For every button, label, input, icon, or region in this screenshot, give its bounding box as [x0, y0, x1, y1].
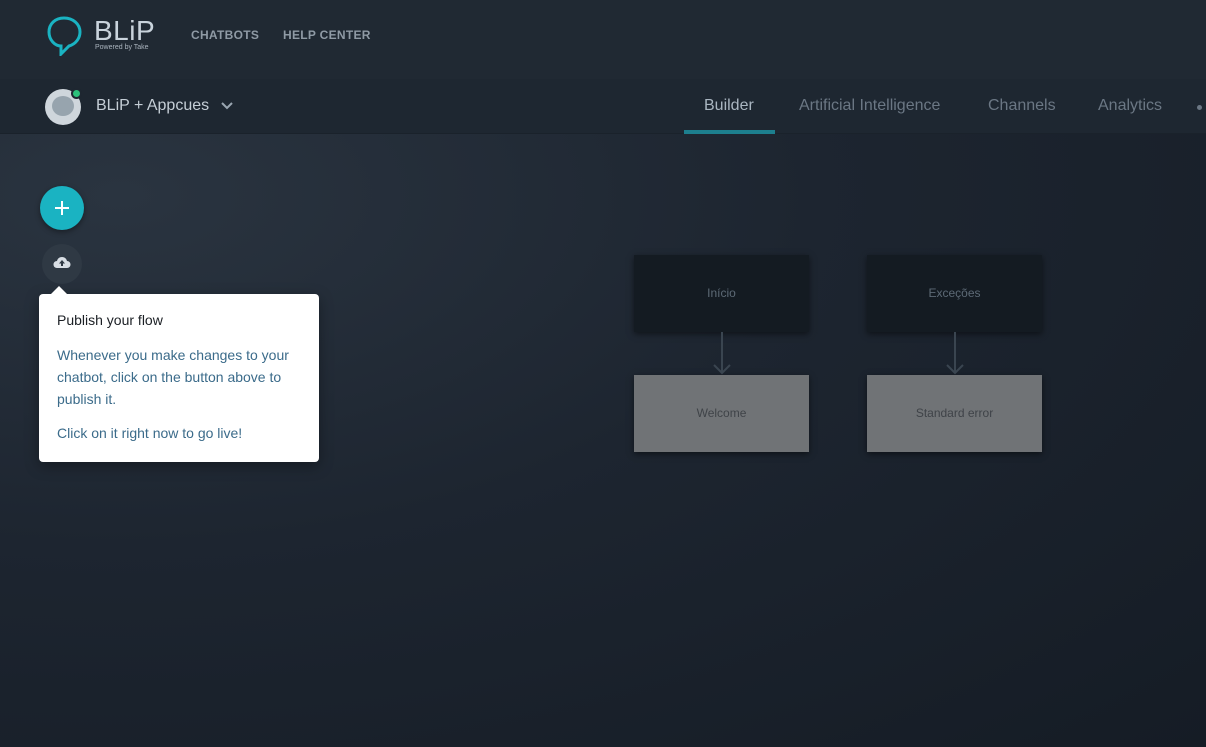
add-block-button[interactable] [40, 186, 84, 230]
bot-header-bar: BLiP + Appcues Builder Artificial Intell… [0, 79, 1206, 134]
flow-node-standard-error[interactable]: Standard error [867, 375, 1042, 452]
bot-name[interactable]: BLiP + Appcues [96, 97, 209, 115]
flow-node-excecoes[interactable]: Exceções [867, 255, 1042, 332]
tooltip-cta: Click on it right now to go live! [57, 425, 243, 441]
chat-bubble-logo-icon [47, 16, 82, 56]
more-tabs-indicator[interactable] [1197, 105, 1202, 110]
blip-logo[interactable]: BLiP Powered by Take [47, 16, 157, 58]
tooltip-title: Publish your flow [57, 312, 163, 328]
tab-channels[interactable]: Channels [988, 97, 1056, 115]
tab-analytics[interactable]: Analytics [1098, 97, 1162, 115]
tooltip-arrow [51, 286, 67, 294]
flow-connector-arrow [946, 332, 964, 375]
flow-node-welcome[interactable]: Welcome [634, 375, 809, 452]
brand-name: BLiP [94, 15, 156, 46]
bot-avatar[interactable] [45, 88, 82, 125]
cloud-upload-icon [53, 257, 71, 268]
chevron-down-icon[interactable] [220, 101, 234, 111]
publish-tooltip: Publish your flow Whenever you make chan… [39, 286, 319, 462]
tooltip-body: Whenever you make changes to your chatbo… [57, 347, 289, 407]
online-status-indicator [71, 88, 82, 99]
flow-node-inicio[interactable]: Início [634, 255, 809, 332]
avatar-bubble-icon [52, 96, 74, 116]
flow-connector-arrow [713, 332, 731, 375]
brand-tagline: Powered by Take [95, 44, 149, 51]
nav-help-center[interactable]: HELP CENTER [283, 28, 371, 42]
tab-artificial-intelligence[interactable]: Artificial Intelligence [799, 97, 940, 115]
plus-icon [55, 201, 69, 215]
top-app-bar: BLiP Powered by Take CHATBOTS HELP CENTE… [0, 0, 1206, 79]
publish-button[interactable] [42, 244, 82, 284]
tab-builder[interactable]: Builder [704, 97, 754, 115]
nav-chatbots[interactable]: CHATBOTS [191, 28, 259, 42]
